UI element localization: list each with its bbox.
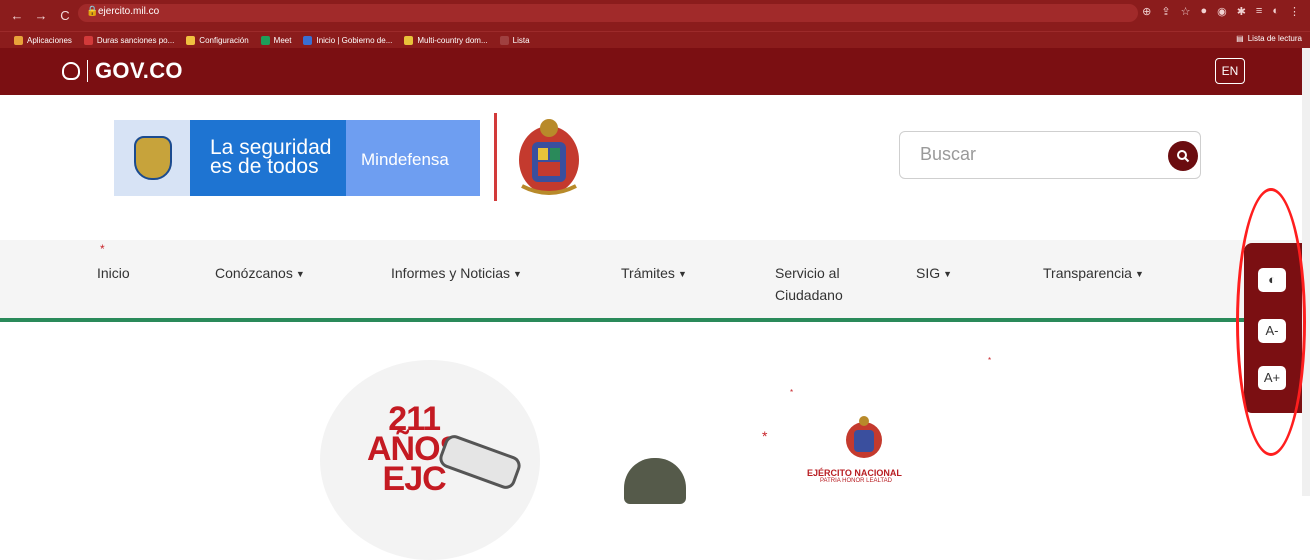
media-icon[interactable]: ≡ (1256, 5, 1262, 18)
puzzle-icon[interactable]: ✱ (1237, 5, 1246, 18)
army-motto: PATRIA HONOR LEALTAD (820, 478, 892, 484)
bookmark-item[interactable]: Configuración (186, 35, 249, 45)
reload-icon[interactable]: C (58, 8, 72, 23)
gov-logo[interactable]: GOV.CO (62, 58, 183, 84)
nav-item-conozcanos[interactable]: Conózcanos ▼ (215, 262, 305, 286)
caret-down-icon: ▼ (513, 269, 522, 279)
star-icon[interactable]: ☆ (1181, 5, 1191, 18)
caret-down-icon: ▼ (677, 269, 687, 279)
search-icon (1177, 150, 1190, 163)
search-box[interactable] (899, 131, 1201, 179)
caret-down-icon: ▼ (295, 269, 305, 279)
nav-item-tramites[interactable]: Trámites ▼ (621, 262, 687, 286)
nav-item-sig[interactable]: SIG ▼ (916, 262, 952, 286)
bookmark-item[interactable]: Inicio | Gobierno de... (303, 35, 392, 45)
forward-icon[interactable]: → (34, 8, 48, 23)
bookmark-item[interactable]: Aplicaciones (14, 35, 72, 45)
caret-down-icon: ▼ (1134, 269, 1144, 279)
slogan-text: La seguridad es de todos (210, 137, 331, 178)
bookmark-item[interactable]: Duras sanciones po... (83, 35, 174, 45)
nav-item-transparencia[interactable]: Transparencia ▼ (1043, 262, 1144, 286)
share-icon[interactable]: ⇪ (1161, 5, 1170, 18)
decor-star: * (762, 428, 768, 444)
search-input[interactable] (920, 144, 1160, 165)
gear-icon (186, 35, 196, 45)
apps-icon (14, 35, 23, 45)
bookmarks-bar: Aplicaciones Duras sanciones po... Confi… (0, 31, 1310, 48)
menu-icon[interactable]: ⋮ (1289, 5, 1300, 18)
extension-icon[interactable]: ◉ (1217, 5, 1227, 18)
decor-star: * (988, 356, 992, 365)
logo-divider (87, 60, 88, 82)
back-icon[interactable]: ← (10, 8, 24, 23)
highlight-annotation (1236, 188, 1306, 456)
colombia-shield-icon (62, 62, 80, 80)
gov-icon (303, 35, 313, 45)
ministry-label: Mindefensa (361, 150, 449, 169)
army-crest-icon[interactable] (510, 116, 588, 198)
gov-logo-text: GOV.CO (95, 58, 183, 83)
main-nav: * Inicio Conózcanos ▼ Informes y Noticias… (0, 240, 1302, 322)
nav-item-servicio-ciudadano[interactable]: Servicio al Ciudadano (775, 262, 843, 306)
army-title: EJÉRCITO NACIONAL (807, 468, 902, 478)
lock-icon: 🔒 (86, 6, 99, 17)
soldier-helmet-image (624, 458, 686, 504)
gov-bar: GOV.CO (0, 48, 1302, 95)
meet-icon (260, 35, 270, 45)
bookmark-item[interactable]: Multi-country dom... (404, 35, 488, 45)
slogan-line2: es de todos (210, 155, 319, 178)
nav-item-informes[interactable]: Informes y Noticias ▼ (391, 262, 522, 286)
zoom-icon[interactable]: ⊕ (1142, 5, 1151, 18)
header-divider (494, 113, 497, 201)
news-icon (83, 35, 93, 45)
national-crest (114, 120, 190, 196)
reading-list[interactable]: ▤ Lista de lectura (1236, 34, 1302, 43)
nav-item-inicio[interactable]: Inicio (97, 262, 130, 284)
caret-down-icon: ▼ (943, 269, 953, 279)
bookmark-item[interactable]: Lista (499, 35, 530, 45)
list-icon (499, 35, 509, 45)
address-bar[interactable] (78, 4, 1138, 22)
profile-icon[interactable]: ◐ (1272, 5, 1279, 18)
dashboard-icon (404, 35, 414, 45)
extension-icon[interactable]: ● (1200, 5, 1207, 18)
decor-star: * (790, 388, 794, 397)
reading-list-icon: ▤ (1236, 34, 1244, 43)
decor-star: * (100, 242, 105, 256)
army-crest-icon (846, 416, 882, 458)
search-button[interactable] (1168, 141, 1198, 171)
bookmark-item[interactable]: Meet (260, 35, 291, 45)
browser-actions: ⊕ ⇪ ☆ ● ◉ ✱ ≡ ◐ ⋮ (1142, 5, 1300, 18)
language-button[interactable]: EN (1215, 58, 1245, 84)
url-text[interactable]: ejercito.mil.co (98, 6, 159, 17)
crest-icon (134, 136, 172, 180)
